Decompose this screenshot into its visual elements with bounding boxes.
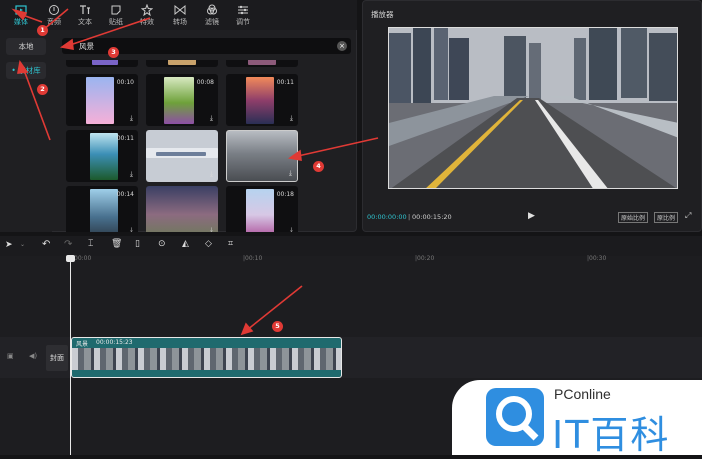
annotation-marker-4: 4	[313, 161, 324, 172]
watermark-logo: PConline IT百科	[452, 380, 702, 457]
annotation-marker-1: 1	[37, 25, 48, 36]
pconline-logo-icon	[486, 388, 544, 446]
annotation-marker-2: 2	[37, 84, 48, 95]
annotation-marker-5: 5	[272, 321, 283, 332]
brand-name: PConline	[554, 386, 611, 402]
brand-slogan: IT百科	[552, 413, 671, 457]
annotation-marker-3: 3	[108, 47, 119, 58]
